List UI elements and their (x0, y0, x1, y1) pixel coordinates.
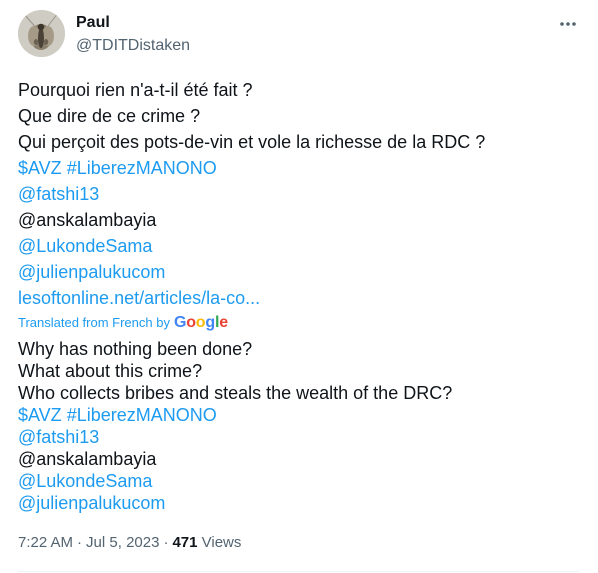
tweet-text-translated: Why has nothing been done? What about th… (18, 338, 578, 514)
text-line: What about this crime? (18, 361, 203, 381)
divider (18, 571, 580, 572)
views-count[interactable]: 471 (172, 534, 197, 551)
more-options-button[interactable] (556, 14, 580, 34)
meta-separator: · (77, 534, 83, 551)
cashtag-link[interactable]: $AVZ (18, 158, 62, 178)
mention-text: @anskalambayia (18, 449, 157, 469)
display-name[interactable]: Paul (76, 13, 110, 33)
text-line: Who collects bribes and steals the wealt… (18, 383, 453, 403)
user-handle[interactable]: @TDITDistaken (76, 36, 190, 56)
more-horizontal-icon (560, 22, 576, 26)
text-line: Pourquoi rien n'a-t-il été fait ? (18, 80, 253, 100)
hashtag-link[interactable]: #LiberezMANONO (67, 158, 217, 178)
google-logo: Google (173, 313, 228, 331)
text-line: Qui perçoit des pots-de-vin et vole la r… (18, 132, 486, 152)
cashtag-link[interactable]: $AVZ (18, 405, 62, 425)
tags-line: $AVZ #LiberezMANONO (18, 155, 578, 181)
moth-avatar-icon (18, 10, 65, 57)
mention-link[interactable]: @LukondeSama (18, 471, 152, 491)
mention-link[interactable]: @fatshi13 (18, 184, 99, 204)
mention-link[interactable]: @fatshi13 (18, 427, 99, 447)
mention-link[interactable]: @julienpalukucom (18, 493, 165, 513)
avatar[interactable] (18, 10, 65, 57)
tweet-meta: 7:22 AM · Jul 5, 2023 · 471 Views (18, 533, 241, 553)
views-label: Views (201, 534, 242, 551)
translation-attribution[interactable]: Translated from French by Google (18, 313, 228, 333)
tweet-date[interactable]: Jul 5, 2023 (86, 534, 159, 551)
text-line: Why has nothing been done? (18, 339, 253, 359)
hashtag-link[interactable]: #LiberezMANONO (67, 405, 217, 425)
mention-link[interactable]: @LukondeSama (18, 236, 152, 256)
mention-text: @anskalambayia (18, 210, 157, 230)
mention-link[interactable]: @julienpalukucom (18, 262, 165, 282)
tweet-time[interactable]: 7:22 AM (18, 534, 73, 551)
text-line: Que dire de ce crime ? (18, 106, 201, 126)
article-link[interactable]: lesoftonline.net/articles/la-co... (18, 288, 260, 308)
tweet-text-original: Pourquoi rien n'a-t-il été fait ? Que di… (18, 77, 578, 311)
tags-line: $AVZ #LiberezMANONO (18, 404, 578, 426)
tweet: Paul @TDITDistaken Pourquoi rien n'a-t-i… (0, 0, 598, 573)
translation-label: Translated from French by (18, 315, 170, 330)
meta-separator: · (163, 534, 169, 551)
